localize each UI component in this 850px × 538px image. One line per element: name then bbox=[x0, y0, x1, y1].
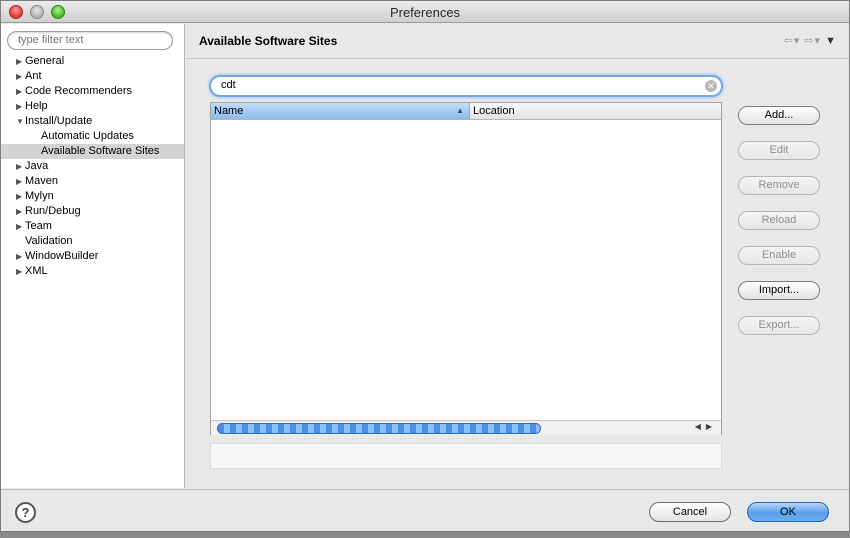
expand-arrow-icon[interactable]: ▶ bbox=[16, 204, 24, 219]
tree-item-maven[interactable]: ▶ Maven bbox=[1, 174, 184, 189]
filter-field[interactable] bbox=[7, 31, 173, 50]
page-title: Available Software Sites bbox=[199, 34, 338, 48]
tree-item-xml[interactable]: ▶ XML bbox=[1, 264, 184, 279]
collapse-arrow-icon[interactable]: ▼ bbox=[16, 114, 24, 129]
site-search-field[interactable]: ✕ bbox=[209, 75, 723, 97]
back-arrow-icon[interactable]: ⇦▾ bbox=[783, 35, 800, 47]
preference-tree: ▶ General ▶ Ant ▶ Code Recommenders ▶ He… bbox=[1, 54, 184, 279]
software-sites-table: Name ▲ Location ◀▶ bbox=[210, 102, 722, 435]
cancel-button[interactable]: Cancel bbox=[649, 502, 731, 522]
add-button[interactable]: Add... bbox=[738, 106, 820, 125]
site-search-input[interactable] bbox=[221, 79, 691, 91]
remove-button[interactable]: Remove bbox=[738, 176, 820, 195]
tree-item-label: Help bbox=[25, 100, 48, 112]
scroll-arrows-icon[interactable]: ◀▶ bbox=[695, 422, 717, 431]
tree-item-code-recommenders[interactable]: ▶ Code Recommenders bbox=[1, 84, 184, 99]
tree-item-mylyn[interactable]: ▶ Mylyn bbox=[1, 189, 184, 204]
tree-item-label: WindowBuilder bbox=[25, 250, 99, 262]
tree-item-general[interactable]: ▶ General bbox=[1, 54, 184, 69]
tree-item-label: Ant bbox=[25, 70, 42, 82]
column-header-location[interactable]: Location bbox=[470, 103, 721, 119]
sort-ascending-icon: ▲ bbox=[456, 106, 464, 115]
preference-tree-pane: ▶ General ▶ Ant ▶ Code Recommenders ▶ He… bbox=[1, 24, 185, 488]
expand-arrow-icon[interactable]: ▶ bbox=[16, 69, 24, 84]
expand-arrow-icon[interactable]: ▶ bbox=[16, 264, 24, 279]
expand-arrow-icon[interactable]: ▶ bbox=[16, 174, 24, 189]
table-header: Name ▲ Location bbox=[211, 103, 721, 120]
site-details-area bbox=[210, 443, 722, 469]
title-bar[interactable]: Preferences bbox=[1, 1, 849, 23]
tree-item-install-update[interactable]: ▼ Install/Update bbox=[1, 114, 184, 129]
expand-arrow-icon[interactable]: ▶ bbox=[16, 99, 24, 114]
tree-item-label: Available Software Sites bbox=[41, 145, 160, 157]
tree-item-windowbuilder[interactable]: ▶ WindowBuilder bbox=[1, 249, 184, 264]
tree-item-label: Code Recommenders bbox=[25, 85, 132, 97]
scrollbar-thumb[interactable] bbox=[217, 423, 541, 434]
tree-item-help[interactable]: ▶ Help bbox=[1, 99, 184, 114]
expand-arrow-icon[interactable]: ▶ bbox=[16, 54, 24, 69]
column-header-label: Name bbox=[214, 105, 244, 117]
preference-page: Available Software Sites ⇦▾ ⇨▾ ▼ ✕ Name … bbox=[186, 24, 849, 488]
edit-button[interactable]: Edit bbox=[738, 141, 820, 160]
tree-item-available-software-sites[interactable]: Available Software Sites bbox=[1, 144, 184, 159]
forward-arrow-icon[interactable]: ⇨▾ bbox=[804, 35, 821, 47]
tree-item-label: Mylyn bbox=[25, 190, 54, 202]
tree-item-label: Install/Update bbox=[25, 115, 93, 127]
expand-arrow-icon[interactable]: ▶ bbox=[16, 249, 24, 264]
column-header-label: Location bbox=[473, 105, 515, 117]
import-button[interactable]: Import... bbox=[738, 281, 820, 300]
clear-search-icon[interactable]: ✕ bbox=[705, 80, 717, 92]
tree-item-label: Run/Debug bbox=[25, 205, 81, 217]
horizontal-scrollbar[interactable]: ◀▶ bbox=[211, 420, 721, 435]
tree-item-java[interactable]: ▶ Java bbox=[1, 159, 184, 174]
tree-item-validation[interactable]: Validation bbox=[1, 234, 184, 249]
column-header-name[interactable]: Name ▲ bbox=[211, 103, 470, 119]
tree-item-label: Java bbox=[25, 160, 49, 172]
tree-item-label: XML bbox=[25, 265, 48, 277]
export-button[interactable]: Export... bbox=[738, 316, 820, 335]
tree-item-label: General bbox=[25, 55, 65, 67]
tree-item-automatic-updates[interactable]: Automatic Updates bbox=[1, 129, 184, 144]
window-title: Preferences bbox=[389, 5, 461, 20]
ok-button[interactable]: OK bbox=[747, 502, 829, 522]
dialog-button-bar: ? Cancel OK bbox=[1, 489, 849, 531]
filter-input[interactable] bbox=[18, 34, 168, 46]
tree-item-label: Team bbox=[25, 220, 52, 232]
view-menu-icon[interactable]: ▼ bbox=[825, 35, 837, 47]
expand-arrow-icon[interactable]: ▶ bbox=[16, 159, 24, 174]
tree-item-label: Maven bbox=[25, 175, 59, 187]
tree-item-label: Validation bbox=[25, 235, 73, 247]
tree-item-team[interactable]: ▶ Team bbox=[1, 219, 184, 234]
enable-button[interactable]: Enable bbox=[738, 246, 820, 265]
preferences-window: Preferences ▶ General ▶ Ant ▶ Code Recom… bbox=[0, 0, 850, 532]
expand-arrow-icon[interactable]: ▶ bbox=[16, 219, 24, 234]
page-navigation: ⇦▾ ⇨▾ ▼ bbox=[783, 34, 837, 47]
reload-button[interactable]: Reload bbox=[738, 211, 820, 230]
expand-arrow-icon[interactable]: ▶ bbox=[16, 189, 24, 204]
expand-arrow-icon[interactable]: ▶ bbox=[16, 84, 24, 99]
help-icon[interactable]: ? bbox=[15, 502, 36, 523]
tree-item-label: Automatic Updates bbox=[41, 130, 134, 142]
tree-item-ant[interactable]: ▶ Ant bbox=[1, 69, 184, 84]
header-divider bbox=[186, 58, 849, 59]
tree-item-run-debug[interactable]: ▶ Run/Debug bbox=[1, 204, 184, 219]
